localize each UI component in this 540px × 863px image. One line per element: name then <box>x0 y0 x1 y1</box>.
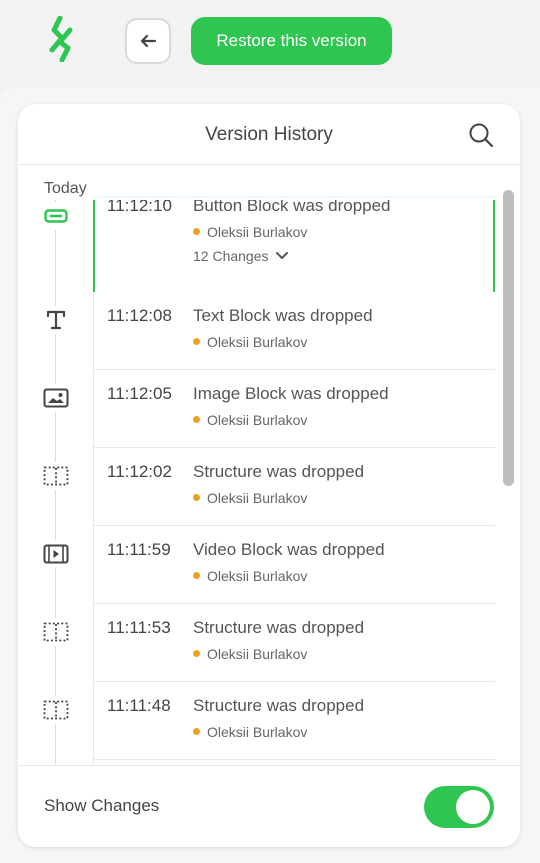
version-item[interactable]: 11:11:53 Structure was dropped Oleksii B… <box>93 604 495 682</box>
version-time: 11:12:02 <box>107 462 172 481</box>
toggle-knob <box>456 790 490 824</box>
version-item[interactable] <box>93 760 495 764</box>
show-changes-toggle[interactable] <box>424 786 494 828</box>
version-title: Image Block was dropped <box>193 384 389 403</box>
author-status-dot <box>193 728 200 735</box>
version-author: Oleksii Burlakov <box>207 490 308 506</box>
version-author: Oleksii Burlakov <box>207 224 308 240</box>
version-history-panel: Version History 11:12:10 Button Block wa… <box>18 104 520 847</box>
version-list[interactable]: 11:12:10 Button Block was dropped Oleksi… <box>18 166 520 764</box>
panel-title: Version History <box>205 123 333 145</box>
panel-footer: Show Changes <box>18 765 520 847</box>
version-time: 11:12:08 <box>107 306 172 325</box>
back-button[interactable] <box>125 18 171 64</box>
chevron-down-icon <box>275 252 288 259</box>
version-item-selected[interactable]: 11:12:10 Button Block was dropped Oleksi… <box>93 196 495 294</box>
changes-count: 12 Changes <box>193 248 269 264</box>
author-status-dot <box>193 650 200 657</box>
text-block-icon <box>42 306 70 334</box>
top-bar: Restore this version <box>0 0 540 88</box>
version-item[interactable]: 11:11:59 Video Block was dropped Oleksii… <box>93 526 495 604</box>
version-author: Oleksii Burlakov <box>207 412 308 428</box>
version-item[interactable]: 11:12:08 Text Block was dropped Oleksii … <box>93 292 495 370</box>
version-title: Structure was dropped <box>193 696 365 715</box>
author-status-dot <box>193 416 200 423</box>
version-author: Oleksii Burlakov <box>207 646 308 662</box>
author-status-dot <box>193 572 200 579</box>
changes-expander[interactable]: 12 Changes <box>193 248 289 264</box>
group-header: Today <box>18 166 502 200</box>
search-icon[interactable] <box>468 122 494 148</box>
version-author: Oleksii Burlakov <box>207 334 308 350</box>
author-status-dot <box>193 338 200 345</box>
version-title: Video Block was dropped <box>193 540 385 559</box>
structure-icon <box>42 696 70 724</box>
image-block-icon <box>42 384 70 412</box>
restore-version-button[interactable]: Restore this version <box>191 17 392 65</box>
arrow-left-icon <box>140 34 157 48</box>
version-title: Structure was dropped <box>193 462 365 481</box>
version-item[interactable]: 11:12:02 Structure was dropped Oleksii B… <box>93 448 495 526</box>
show-changes-label: Show Changes <box>44 796 160 815</box>
version-time: 11:11:53 <box>107 618 171 637</box>
author-status-dot <box>193 494 200 501</box>
panel-header: Version History <box>18 104 520 165</box>
version-title: Text Block was dropped <box>193 306 373 325</box>
version-title: Structure was dropped <box>193 618 365 637</box>
version-time: 11:12:05 <box>107 384 172 403</box>
logo-icon <box>49 16 73 62</box>
scrollbar-thumb[interactable] <box>503 190 514 486</box>
version-author: Oleksii Burlakov <box>207 568 308 584</box>
group-label-today: Today <box>44 180 87 197</box>
structure-icon <box>42 462 70 490</box>
version-time: 11:11:59 <box>107 540 171 559</box>
version-time: 11:11:48 <box>107 696 171 715</box>
button-block-icon <box>42 202 70 230</box>
video-block-icon <box>42 540 70 568</box>
author-status-dot <box>193 228 200 235</box>
version-item[interactable]: 11:12:05 Image Block was dropped Oleksii… <box>93 370 495 448</box>
version-item[interactable]: 11:11:48 Structure was dropped Oleksii B… <box>93 682 495 760</box>
version-author: Oleksii Burlakov <box>207 724 308 740</box>
structure-icon <box>42 618 70 646</box>
